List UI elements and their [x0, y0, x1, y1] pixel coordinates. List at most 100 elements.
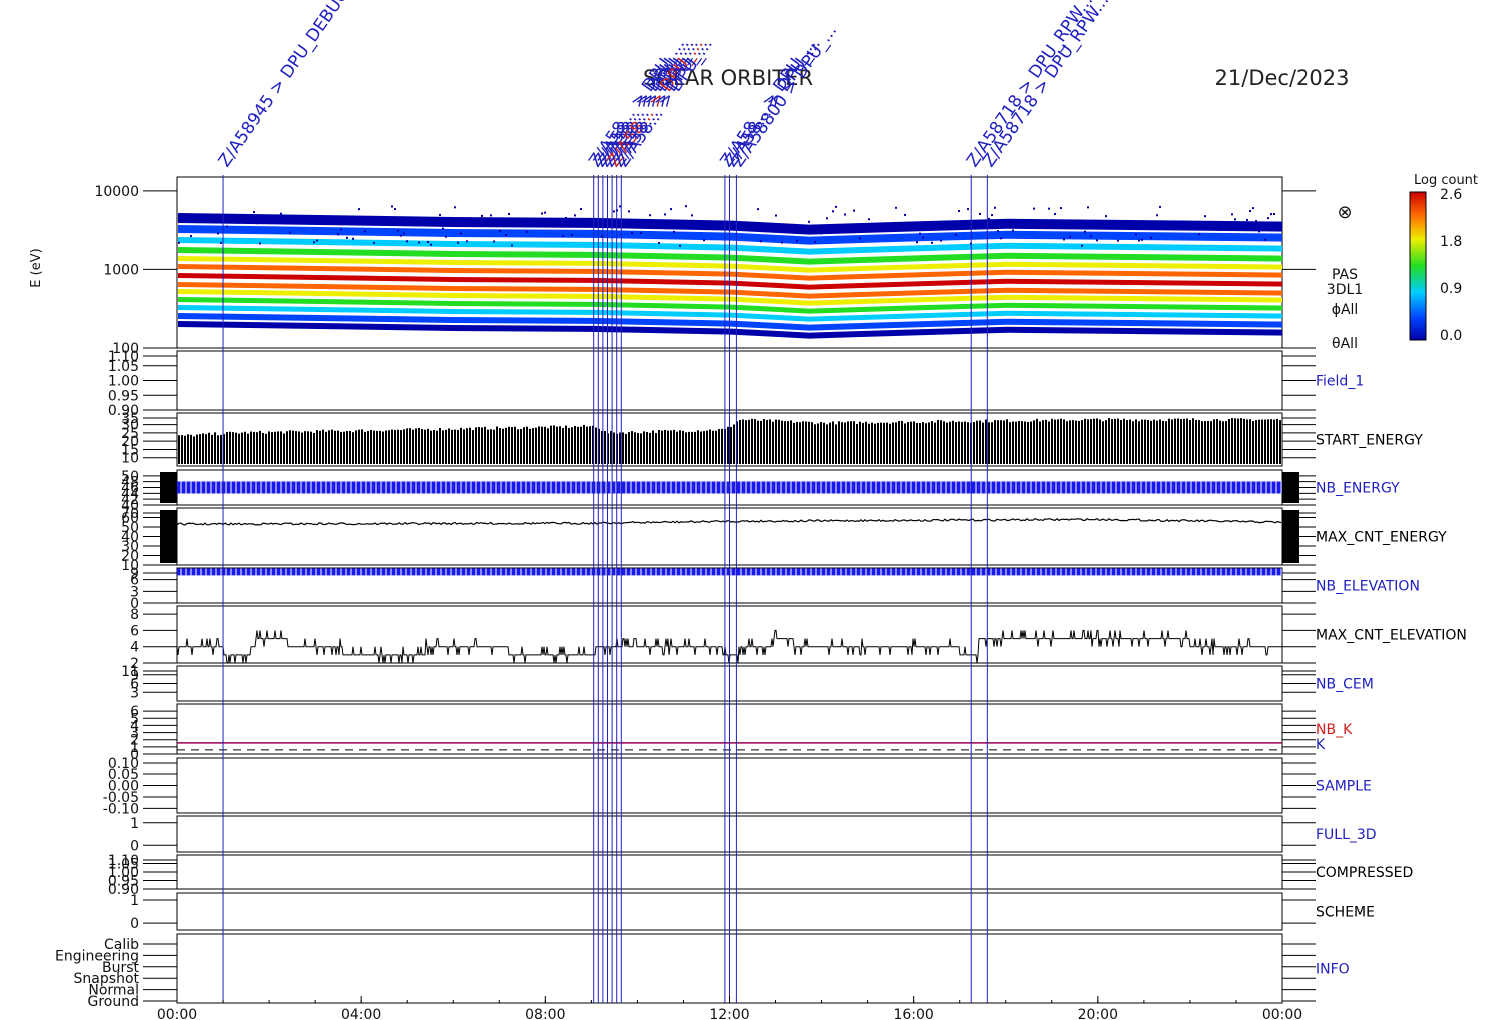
spectrogram-cell	[1219, 328, 1222, 335]
spectrogram-cell	[481, 217, 484, 228]
spectrogram-cell	[853, 283, 856, 289]
spectrogram-cell	[781, 266, 784, 272]
spectrogram-cell	[895, 297, 898, 303]
spectrogram-cell	[328, 323, 331, 330]
spectrogram-cell	[532, 301, 535, 307]
spectrogram-cell	[1003, 278, 1006, 284]
spectrogram-cell	[1165, 304, 1168, 310]
spectrogram-cell	[631, 318, 634, 325]
spectrogram-cell	[613, 318, 616, 325]
spectrogram-cell	[937, 232, 940, 241]
spectrogram-cell	[988, 253, 991, 260]
spectrogram-cell	[556, 217, 559, 228]
spectrogram-cell	[778, 307, 781, 313]
spectrogram-cell	[316, 314, 319, 321]
spectrogram-cell	[535, 251, 538, 258]
spectrogram-cell	[829, 292, 832, 298]
spectrogram-cell	[955, 296, 958, 302]
spectrogram-cell	[1108, 319, 1111, 326]
spectrogram-cell	[919, 321, 922, 328]
spectrogram-cell	[475, 277, 478, 283]
spectrogram-cell	[694, 231, 697, 240]
spectrogram-cell	[1054, 303, 1057, 309]
spectrogram-cell	[214, 273, 217, 279]
spectrogram-cell	[889, 234, 892, 243]
spectrogram-cell	[307, 283, 310, 289]
spectrogram-cell	[343, 284, 346, 290]
spectrogram-cell	[862, 222, 865, 233]
spectrogram-cell	[1117, 288, 1120, 294]
spectrogram-cell	[1048, 270, 1051, 276]
spectrogram-cell	[574, 229, 577, 238]
spectrogram-cell	[733, 280, 736, 286]
spectrogram-cell	[583, 325, 586, 332]
spectrogram-cell	[1105, 270, 1108, 276]
spectrogram-cell	[934, 220, 937, 231]
spectrogram-cell	[994, 219, 997, 230]
spectrogram-cell	[493, 293, 496, 299]
spectrogram-cell	[697, 295, 700, 301]
spectrogram-cell	[919, 221, 922, 232]
spectrogram-cell	[706, 296, 709, 302]
spectrogram-cell	[625, 242, 628, 249]
spectrogram-cell	[865, 322, 868, 329]
spectrogram-cell	[763, 298, 766, 304]
spectrogram-cell	[1072, 327, 1075, 334]
spectrogram-cell	[952, 232, 955, 241]
spectrogram-cell	[196, 289, 199, 295]
spectrogram-cell	[1183, 304, 1186, 310]
spectrogram-cell	[937, 280, 940, 286]
spectrogram-cell	[295, 257, 298, 263]
spectrogram-cell	[337, 299, 340, 305]
spectrogram-cell	[298, 265, 301, 271]
spectrogram-cell	[1030, 270, 1033, 276]
spectrogram-cell	[325, 239, 328, 246]
spectrogram-cell	[832, 266, 835, 272]
spectrogram-cell	[988, 288, 991, 294]
spectrogram-cell	[1234, 272, 1237, 278]
spectrogram-cell	[805, 308, 808, 314]
spectrogram-cell	[1135, 296, 1138, 302]
spectrogram-cell	[385, 307, 388, 313]
spectrogram-cell	[1102, 327, 1105, 334]
spectrogram-cell	[1132, 296, 1135, 302]
spectrogram-cell	[574, 260, 577, 266]
spectrogram-cell	[319, 266, 322, 272]
spectrogram-cell	[1273, 297, 1276, 303]
spectrogram-cell	[388, 216, 391, 227]
spectrogram-cell	[772, 330, 775, 337]
spectrogram-cell	[1105, 262, 1108, 268]
spectrogram-cell	[1138, 232, 1141, 241]
spectrogram-cell	[373, 249, 376, 256]
spectrogram-cell	[409, 324, 412, 331]
spectrogram-cell	[1021, 242, 1024, 249]
spectrogram-cell	[778, 274, 781, 280]
spectrogram-cell	[703, 244, 706, 251]
spectrogram-cell	[469, 309, 472, 315]
spectrogram-cell	[1207, 304, 1210, 310]
spectrogram-cell	[1144, 289, 1147, 295]
spectrogram-cell	[178, 289, 181, 295]
spectrogram-cell	[982, 327, 985, 334]
spectrogram-cell	[214, 225, 217, 234]
spectrogram-cell	[1048, 243, 1051, 250]
spectrogram-cell	[769, 291, 772, 297]
spectrogram-cell	[943, 328, 946, 335]
spectrogram-cell	[760, 282, 763, 288]
spectrogram-cell	[709, 271, 712, 277]
spectrogram-speck	[757, 208, 759, 211]
spectrogram-cell	[238, 305, 241, 311]
spectrogram-cell	[322, 266, 325, 272]
spectrogram-cell	[250, 238, 253, 245]
spectrogram-cell	[325, 249, 328, 256]
spectrogram-cell	[529, 277, 532, 283]
spectrogram-cell	[958, 244, 961, 251]
spectrogram-cell	[517, 251, 520, 258]
spectrogram-cell	[583, 317, 586, 324]
spectrogram-cell	[1228, 313, 1231, 319]
spectrogram-cell	[757, 297, 760, 303]
spectrogram-cell	[757, 321, 760, 328]
spectrogram-cell	[424, 324, 427, 331]
spectrogram-cell	[316, 322, 319, 329]
spectrogram-cell	[571, 301, 574, 307]
